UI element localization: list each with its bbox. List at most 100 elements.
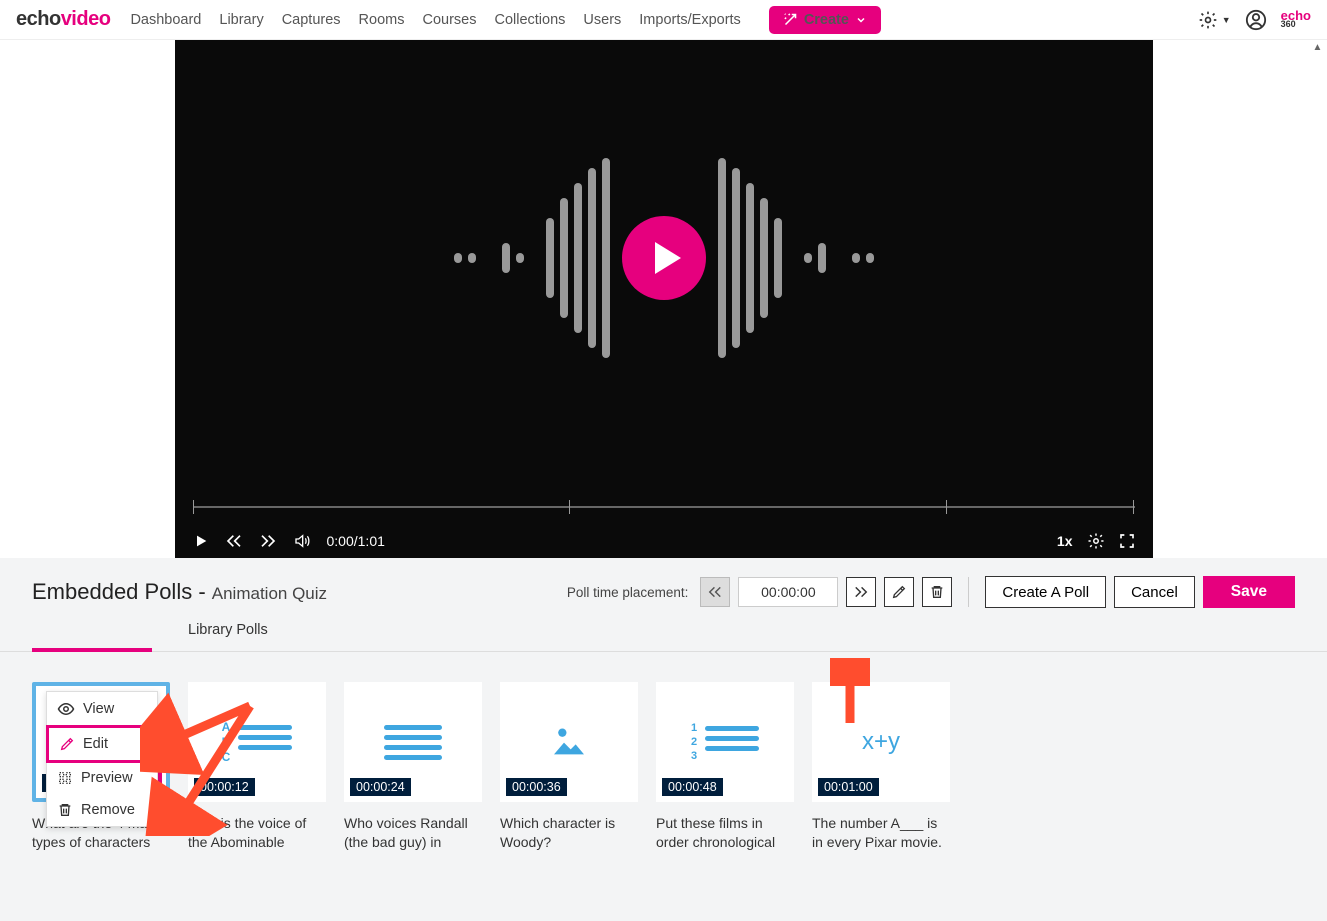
logo-text-a: echo: [16, 8, 61, 30]
nav-courses[interactable]: Courses: [422, 12, 476, 28]
user-icon[interactable]: [1245, 9, 1267, 31]
panel-title-b: Animation Quiz: [212, 584, 327, 603]
ctx-preview-label: Preview: [81, 770, 133, 786]
timestamp-badge: 00:00:36: [506, 778, 567, 796]
cancel-button[interactable]: Cancel: [1114, 576, 1195, 608]
timestamp-badge: 00:00:48: [662, 778, 723, 796]
play-button[interactable]: [622, 216, 706, 300]
content-frame: ▲ ▼: [0, 40, 1327, 921]
rewind-icon[interactable]: [225, 533, 243, 549]
ctx-edit-label: Edit: [83, 736, 108, 752]
eye-icon: [57, 700, 75, 718]
poll-card-thumb[interactable]: 00:00:24: [344, 682, 482, 802]
save-button[interactable]: Save: [1203, 576, 1295, 608]
poll-card-caption: The number A___ is in every Pixar movie.: [812, 814, 950, 852]
speed-display[interactable]: 1x: [1057, 533, 1073, 549]
lower-panel: Embedded Polls - Animation Quiz Poll tim…: [0, 558, 1327, 921]
poll-card-caption: Put these films in order chronological: [656, 814, 794, 852]
trash-icon: [929, 584, 945, 600]
timestamp-badge: 00:01:00: [818, 778, 879, 796]
step-forward-button[interactable]: [846, 577, 876, 607]
pencil-icon: [59, 736, 75, 752]
panel-title: Embedded Polls - Animation Quiz: [32, 579, 327, 605]
topnav-right: ▼ echo 360: [1198, 9, 1311, 31]
nav-library[interactable]: Library: [219, 12, 263, 28]
logo[interactable]: echovideo: [16, 8, 110, 31]
time-display: 0:00/1:01: [327, 533, 385, 549]
placement-label: Poll time placement:: [567, 585, 689, 600]
poll-card-thumb[interactable]: x+y 00:01:00: [812, 682, 950, 802]
poll-controls: Poll time placement: 00:00:00 Create A P…: [567, 576, 1295, 608]
ctx-remove[interactable]: Remove: [47, 794, 157, 826]
panel-title-a: Embedded Polls -: [32, 579, 212, 604]
create-poll-button[interactable]: Create A Poll: [985, 576, 1106, 608]
scroll-up-icon[interactable]: ▲: [1310, 42, 1325, 53]
wand-icon: [783, 12, 798, 27]
delete-poll-button[interactable]: [922, 577, 952, 607]
timestamp-badge: 00:00:24: [350, 778, 411, 796]
divider: [968, 577, 969, 607]
panel-header: Embedded Polls - Animation Quiz Poll tim…: [0, 576, 1327, 622]
poll-card: 00:00:24 Who voices Randall (the bad guy…: [344, 682, 482, 852]
time-value: 00:00:00: [761, 584, 816, 600]
nav-users[interactable]: Users: [583, 12, 621, 28]
gear-caret-icon: ▼: [1222, 15, 1231, 25]
poll-cards: 00:00:00 ••• What are the 4 main types o…: [0, 652, 1327, 882]
nav-items: Dashboard Library Captures Rooms Courses…: [130, 6, 881, 34]
card-context-menu: View Edit Preview Remove: [46, 691, 158, 827]
image-question-icon: [545, 721, 593, 764]
timestamp-badge: 00:00:12: [194, 778, 255, 796]
nav-dashboard[interactable]: Dashboard: [130, 12, 201, 28]
video-player: 0:00/1:01 1x 0: [175, 40, 1153, 558]
player-gear-icon[interactable]: [1087, 532, 1105, 550]
poll-card-thumb[interactable]: 123 00:00:48: [656, 682, 794, 802]
tabs: Library Polls: [0, 622, 1327, 652]
poll-card: 00:00:36 Which character is Woody?: [500, 682, 638, 852]
ctx-remove-label: Remove: [81, 802, 135, 818]
forward-icon[interactable]: [259, 533, 277, 549]
step-back-button[interactable]: [700, 577, 730, 607]
tab-library-polls[interactable]: Library Polls: [188, 622, 268, 638]
short-answer-icon: [384, 720, 442, 765]
timeline[interactable]: [193, 496, 1135, 516]
nav-collections[interactable]: Collections: [494, 12, 565, 28]
create-button[interactable]: Create: [769, 6, 881, 34]
player-controls: 0:00/1:01 1x: [193, 532, 1135, 550]
preview-icon: [57, 770, 73, 786]
pencil-icon: [891, 584, 907, 600]
nav-captures[interactable]: Captures: [282, 12, 341, 28]
poll-card: x+y 00:01:00 The number A___ is in every…: [812, 682, 950, 852]
poll-card-caption: Which character is Woody?: [500, 814, 638, 852]
poll-card-thumb[interactable]: 00:00:36: [500, 682, 638, 802]
volume-icon[interactable]: [293, 533, 311, 549]
nav-rooms[interactable]: Rooms: [359, 12, 405, 28]
step-back-icon: [706, 585, 724, 599]
nav-imports-exports[interactable]: Imports/Exports: [639, 12, 741, 28]
ctx-view[interactable]: View: [47, 692, 157, 726]
time-input[interactable]: 00:00:00: [738, 577, 838, 607]
poll-card: ABC 00:00:12 Who is the voice of the Abo…: [188, 682, 326, 852]
logo-text-b: video: [61, 8, 111, 30]
multiple-choice-icon: ABC: [222, 720, 293, 765]
ordered-list-icon: 123: [691, 721, 759, 763]
play-small-icon[interactable]: [193, 533, 209, 549]
gear-icon[interactable]: [1198, 10, 1218, 30]
step-forward-icon: [852, 585, 870, 599]
edit-poll-button[interactable]: [884, 577, 914, 607]
fullscreen-icon[interactable]: [1119, 533, 1135, 549]
top-nav: echovideo Dashboard Library Captures Roo…: [0, 0, 1327, 40]
ctx-edit[interactable]: Edit: [46, 725, 158, 763]
trash-icon: [57, 802, 73, 818]
poll-card: 123 00:00:48 Put these films in order ch…: [656, 682, 794, 852]
poll-card-thumb[interactable]: ABC 00:00:12: [188, 682, 326, 802]
numeric-icon: x+y: [862, 728, 900, 756]
chevron-down-icon: [855, 14, 867, 26]
tab-underline: [32, 648, 152, 652]
ctx-preview[interactable]: Preview: [47, 762, 157, 794]
waveform-play: [454, 158, 874, 358]
create-label: Create: [804, 12, 849, 28]
poll-card-caption: Who voices Randall (the bad guy) in: [344, 814, 482, 852]
echo360-logo[interactable]: echo 360: [1281, 11, 1311, 29]
ctx-view-label: View: [83, 701, 114, 717]
poll-card-caption: Who is the voice of the Abominable: [188, 814, 326, 852]
